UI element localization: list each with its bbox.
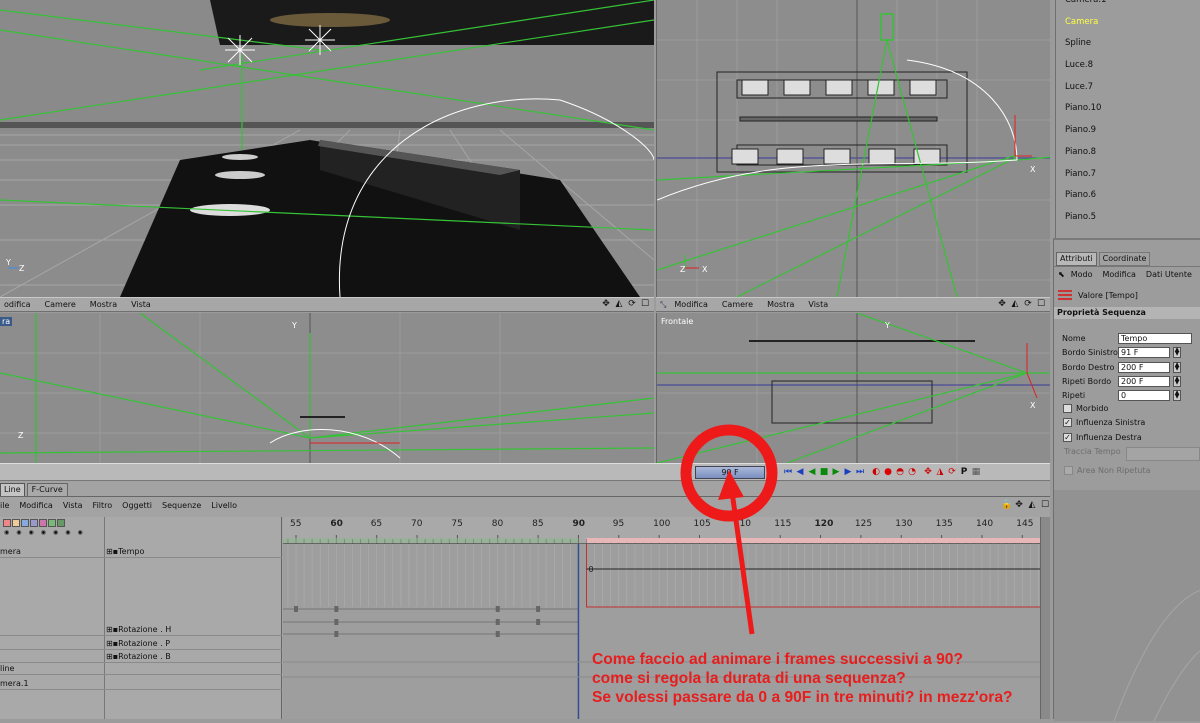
annotation-line-2: come si regola la durata di una sequenza…	[592, 670, 906, 687]
annotation-arrow-head	[718, 470, 744, 500]
annotation-line-3: Se volessi passare da 0 a 90F in tre min…	[592, 689, 1013, 706]
annotation-overlay	[680, 424, 778, 635]
annotation-line-1: Come faccio ad animare i frames successi…	[592, 651, 963, 668]
